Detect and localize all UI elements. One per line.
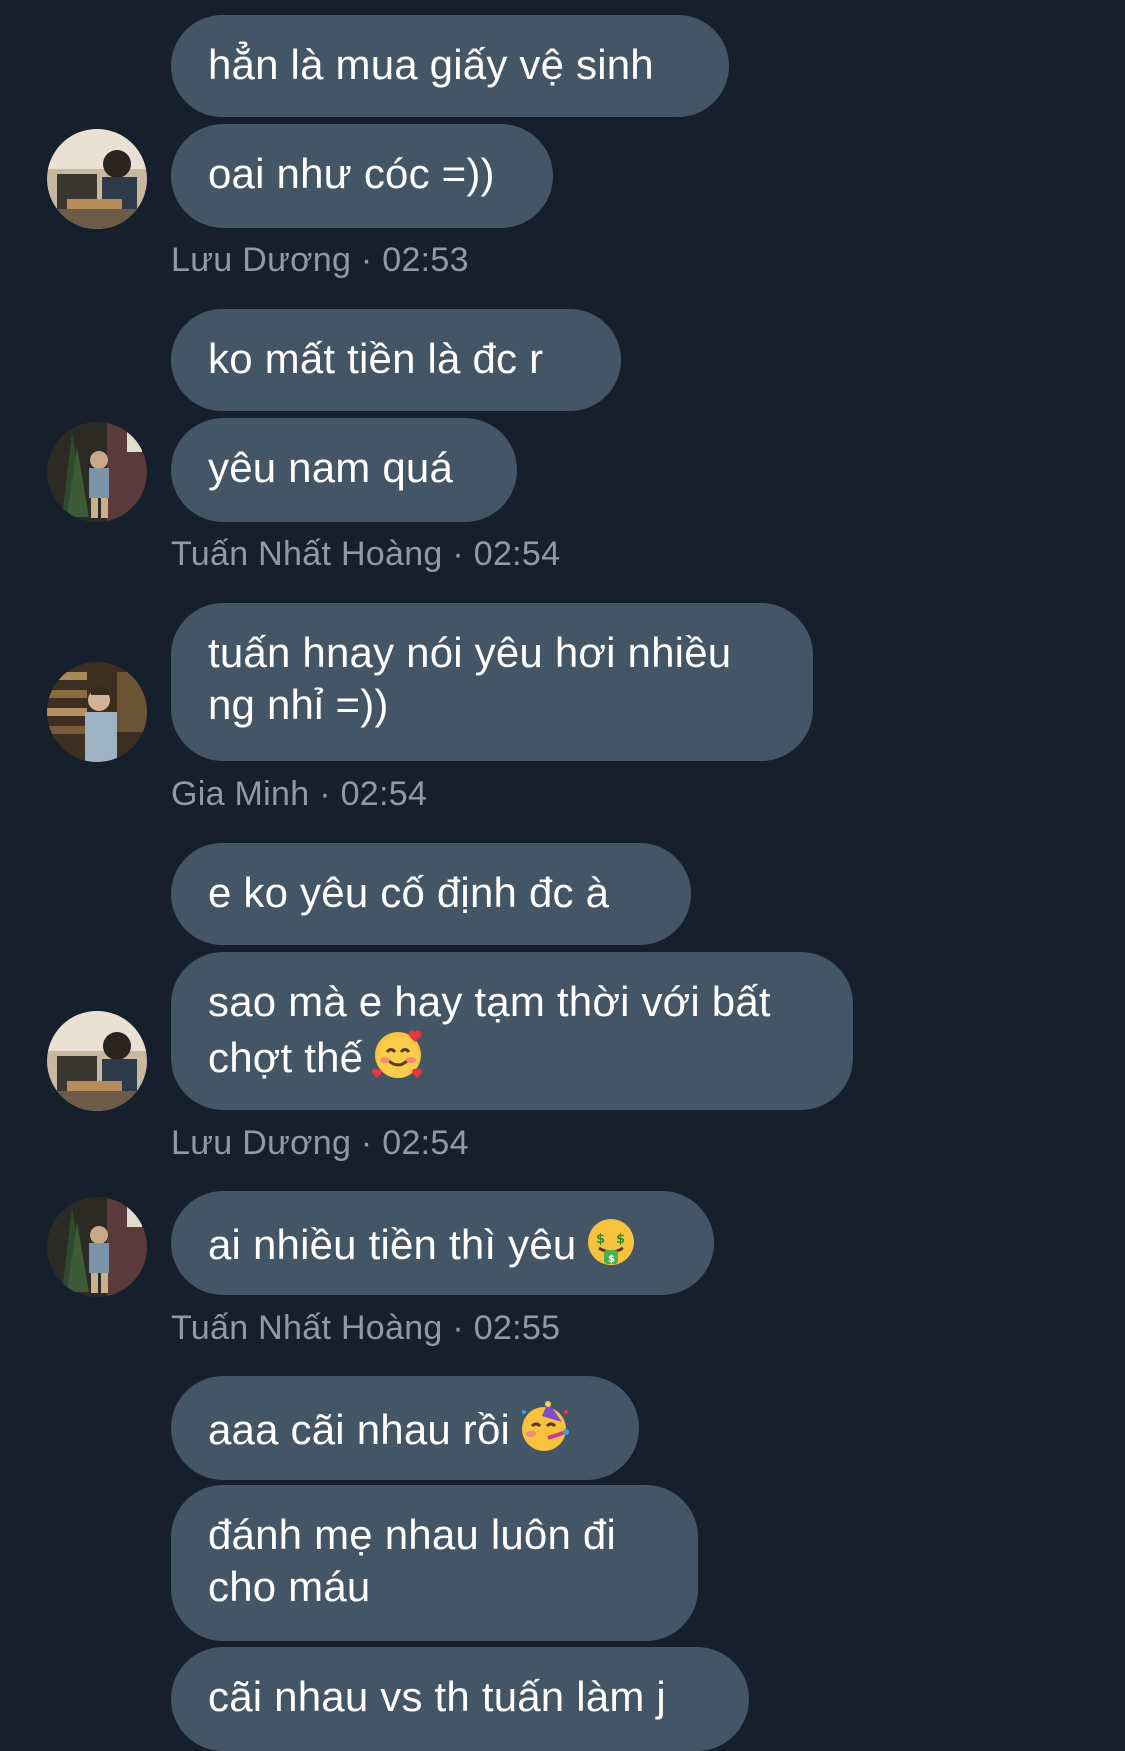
message-bubble[interactable]: aaa cãi nhau rồi: [171, 1376, 639, 1480]
svg-text:$: $: [608, 1254, 615, 1265]
message-text: ko mất tiền là đc r: [208, 335, 544, 382]
message-text: sao mà e hay tạm thời với bất chợt thế: [208, 978, 771, 1081]
message-text: oai như cóc =)): [208, 150, 495, 197]
message-bubble[interactable]: oai như cóc =)): [171, 124, 553, 228]
message-text: tuấn hnay nói yêu hơi nhiều ng nhỉ =)): [208, 629, 732, 728]
message-sender-time: Lưu Dương · 02:53: [171, 241, 469, 279]
message-text: cãi nhau vs th tuấn làm j: [208, 1673, 666, 1720]
message-text: aaa cãi nhau rồi: [208, 1406, 511, 1453]
message-text: yêu nam quá: [208, 444, 454, 491]
message-bubble[interactable]: tuấn hnay nói yêu hơi nhiều ng nhỉ =)): [171, 603, 813, 761]
message-sender-time: Tuấn Nhất Hoàng · 02:54: [171, 535, 561, 573]
avatar-luu-duong[interactable]: [47, 129, 147, 229]
message-bubble[interactable]: hẳn là mua giấy vệ sinh: [171, 15, 729, 117]
message-bubble[interactable]: sao mà e hay tạm thời với bất chợt thế: [171, 952, 853, 1110]
message-text: e ko yêu cố định đc à: [208, 869, 610, 916]
svg-text:$: $: [616, 1232, 625, 1247]
message-bubble[interactable]: ko mất tiền là đc r: [171, 309, 621, 411]
message-sender-time: Lưu Dương · 02:54: [171, 1124, 469, 1162]
message-sender-time: Gia Minh · 02:54: [171, 775, 428, 813]
svg-text:$: $: [596, 1232, 605, 1247]
message-bubble[interactable]: ai nhiều tiền thì yêu $ $ $: [171, 1191, 714, 1295]
message-sender-time: Tuấn Nhất Hoàng · 02:55: [171, 1309, 561, 1347]
message-bubble[interactable]: yêu nam quá: [171, 418, 517, 522]
avatar-luu-duong[interactable]: [47, 1011, 147, 1111]
money-mouth-face-icon: $ $ $: [584, 1215, 638, 1269]
avatar-tuan-nhat-hoang[interactable]: [47, 422, 147, 522]
message-bubble[interactable]: e ko yêu cố định đc à: [171, 843, 691, 945]
avatar-gia-minh[interactable]: [47, 662, 147, 762]
smiling-face-with-hearts-icon: [371, 1028, 425, 1082]
chat-thread: hẳn là mua giấy vệ sinh oai như cóc =)) …: [0, 0, 1125, 1751]
message-bubble[interactable]: cãi nhau vs th tuấn làm j: [171, 1647, 749, 1751]
message-text: hẳn là mua giấy vệ sinh: [208, 41, 654, 88]
message-text: ai nhiều tiền thì yêu: [208, 1221, 577, 1268]
message-text: đánh mẹ nhau luôn đi cho máu: [208, 1511, 616, 1610]
message-bubble[interactable]: đánh mẹ nhau luôn đi cho máu: [171, 1485, 698, 1641]
avatar-tuan-nhat-hoang[interactable]: [47, 1197, 147, 1297]
partying-face-icon: [518, 1400, 572, 1454]
